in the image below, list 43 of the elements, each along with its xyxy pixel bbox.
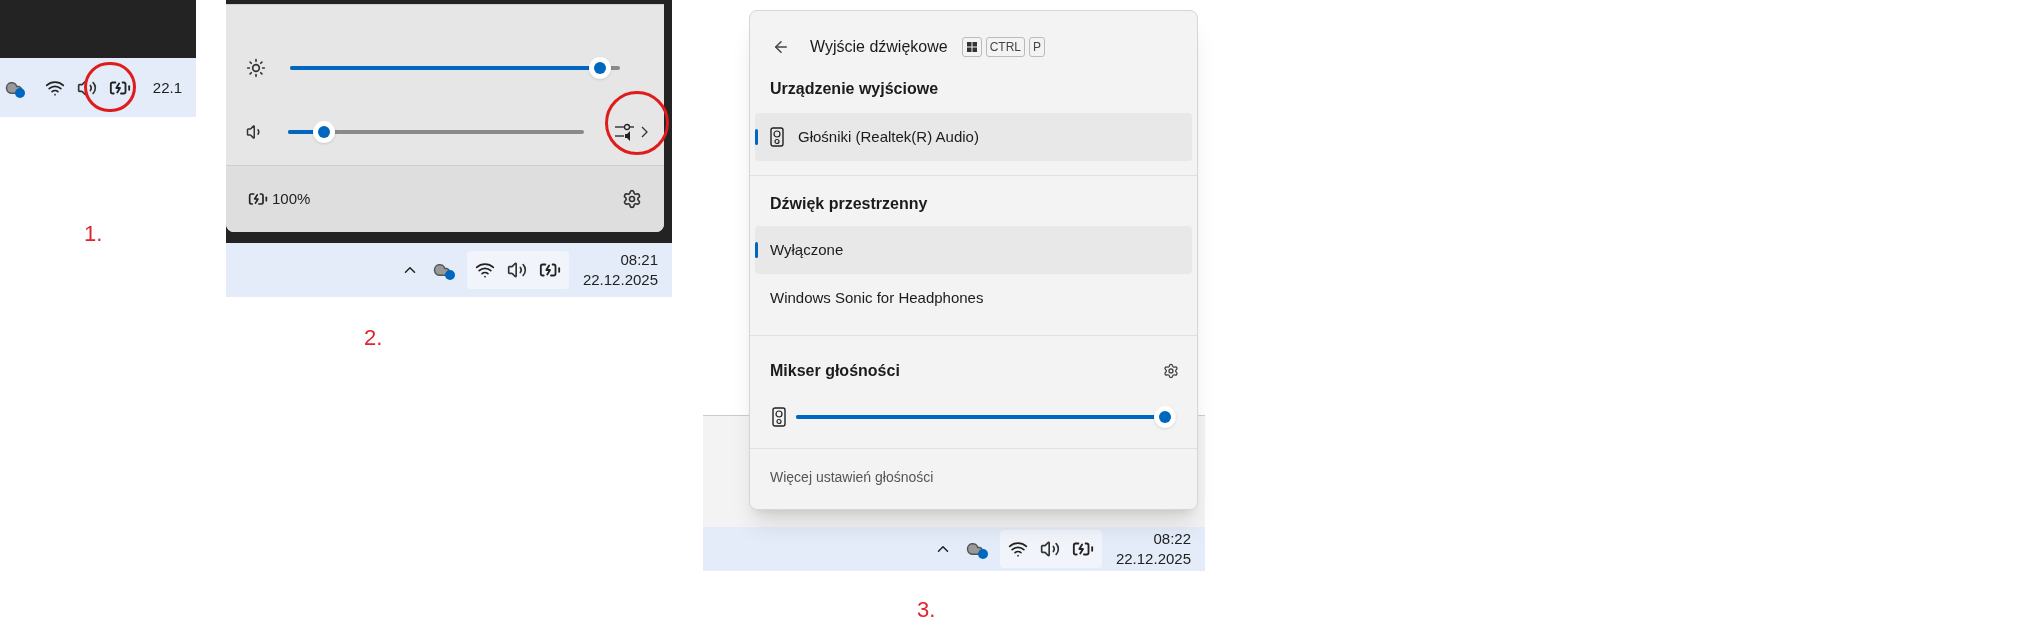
speaker-icon[interactable] xyxy=(506,260,527,280)
shortcut-key: P xyxy=(1029,37,1046,57)
slider-track[interactable] xyxy=(796,406,1176,428)
battery-percent: 100% xyxy=(272,188,311,209)
section-heading: Urządzenie wyjściowe xyxy=(769,79,940,99)
slider-thumb[interactable] xyxy=(312,121,335,143)
slider-thumb[interactable] xyxy=(1154,406,1176,428)
clock-text: 22.12.2025 xyxy=(1115,549,1191,569)
clock-text: 22.12.2025 xyxy=(582,270,658,290)
step-number: 1. xyxy=(84,220,104,248)
clock-text: 22.1 xyxy=(152,77,182,98)
flyout-title: Wyjście dźwiękowe xyxy=(810,37,948,57)
spatial-sound-option[interactable]: Wyłączone xyxy=(755,226,1192,274)
settings-icon[interactable] xyxy=(622,189,642,209)
shortcut-key: CTRL xyxy=(985,37,1025,57)
settings-icon[interactable] xyxy=(1163,363,1179,379)
step-number: 2. xyxy=(364,324,384,352)
tray-group[interactable] xyxy=(999,530,1102,568)
device-item[interactable]: Głośniki (Realtek(R) Audio) xyxy=(755,113,1192,161)
section-heading: Mikser głośności xyxy=(770,361,900,381)
wifi-icon[interactable] xyxy=(1007,539,1028,559)
speaker-icon xyxy=(772,407,786,427)
mixer-icon xyxy=(614,123,636,141)
clock-text: 08:22 xyxy=(1153,529,1191,549)
device-name: Głośniki (Realtek(R) Audio) xyxy=(798,126,979,147)
slider-thumb[interactable] xyxy=(588,57,611,79)
spatial-sound-option[interactable]: Windows Sonic for Headphones xyxy=(755,274,1192,322)
cloud-info-icon[interactable] xyxy=(965,540,986,558)
speaker-icon xyxy=(770,127,784,147)
brightness-icon xyxy=(246,58,266,78)
audio-mixer-button[interactable] xyxy=(612,123,650,141)
speaker-icon[interactable] xyxy=(1039,539,1060,559)
slider-track[interactable] xyxy=(288,121,584,143)
slider-track[interactable] xyxy=(290,57,620,79)
clock-text: 08:21 xyxy=(620,250,658,270)
wifi-icon[interactable] xyxy=(474,260,495,280)
more-volume-settings-link[interactable]: Więcej ustawień głośności xyxy=(750,449,1197,488)
section-heading: Dźwięk przestrzenny xyxy=(769,194,929,214)
chevron-right-icon xyxy=(640,126,648,138)
windows-logo-icon xyxy=(966,42,977,52)
tray-group[interactable] xyxy=(466,251,569,289)
step-number: 3. xyxy=(917,596,937,624)
cloud-info-icon[interactable] xyxy=(432,261,453,279)
